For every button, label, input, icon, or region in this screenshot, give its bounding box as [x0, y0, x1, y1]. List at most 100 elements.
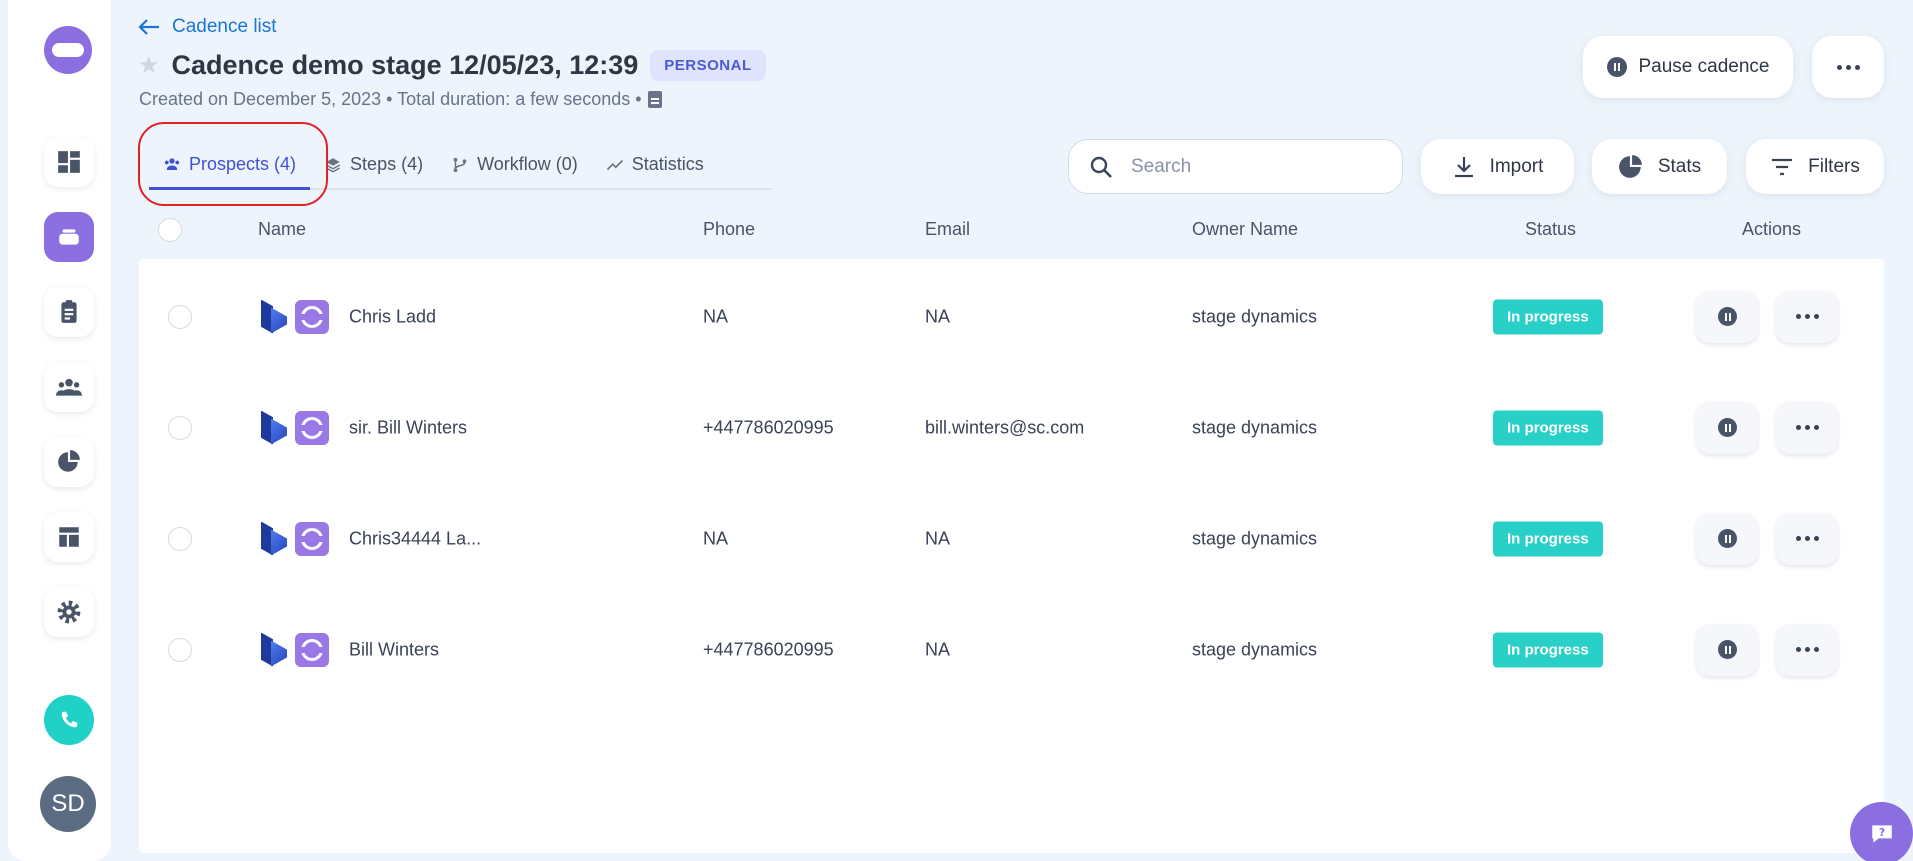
prospect-owner: stage dynamics	[1192, 528, 1318, 548]
dashboard-icon[interactable]	[44, 137, 94, 187]
more-horizontal-icon	[1836, 64, 1860, 70]
prospect-email: NA	[925, 639, 951, 659]
table-row[interactable]: sir. Bill Winters +447786020995 bill.win…	[139, 372, 1884, 483]
more-horizontal-icon	[1795, 536, 1819, 541]
row-checkbox[interactable]	[168, 637, 192, 662]
row-more-button[interactable]	[1776, 512, 1838, 565]
column-phone[interactable]: Phone	[703, 219, 755, 240]
app-logo[interactable]	[44, 26, 92, 74]
pause-icon	[1717, 640, 1737, 659]
pause-icon	[1717, 307, 1737, 326]
prospect-name[interactable]: Bill Winters	[349, 639, 439, 660]
tab-workflow-label: Workflow (0)	[477, 154, 578, 174]
import-label: Import	[1489, 155, 1544, 177]
row-more-button[interactable]	[1776, 623, 1838, 676]
row-checkbox[interactable]	[168, 415, 192, 440]
search-input[interactable]	[1131, 155, 1371, 178]
cadences-icon[interactable]	[44, 212, 94, 262]
status-badge: In progress	[1493, 632, 1603, 667]
column-name[interactable]: Name	[258, 219, 306, 240]
filter-icon	[1772, 158, 1793, 175]
prospect-name[interactable]: Chris Ladd	[349, 306, 436, 327]
phone-call-button[interactable]	[44, 695, 94, 745]
cadence-meta-text: Created on December 5, 2023 • Total dura…	[139, 89, 642, 109]
tab-prospects[interactable]: Prospects (4)	[149, 141, 311, 190]
tab-statistics-label: Statistics	[631, 154, 704, 174]
tasks-icon[interactable]	[44, 287, 94, 337]
document-icon[interactable]	[647, 91, 662, 108]
column-owner-name[interactable]: Owner Name	[1192, 219, 1298, 240]
pause-prospect-button[interactable]	[1696, 512, 1758, 565]
page-title: Cadence demo stage 12/05/23, 12:39	[171, 50, 639, 80]
prospect-name[interactable]: Chris34444 La...	[349, 528, 481, 549]
tab-steps-label: Steps (4)	[350, 154, 424, 174]
cadence-logo-icon	[295, 410, 329, 445]
trend-icon	[606, 159, 623, 170]
prospect-owner: stage dynamics	[1192, 417, 1318, 437]
prospect-phone: +447786020995	[703, 639, 834, 659]
select-all-checkbox[interactable]	[158, 218, 182, 242]
row-checkbox[interactable]	[168, 526, 192, 551]
more-horizontal-icon	[1795, 425, 1819, 430]
templates-icon[interactable]	[44, 512, 94, 562]
download-icon	[1454, 156, 1473, 177]
row-more-button[interactable]	[1776, 290, 1838, 343]
column-email[interactable]: Email	[925, 219, 970, 240]
prospect-name[interactable]: sir. Bill Winters	[349, 417, 467, 438]
pause-prospect-button[interactable]	[1696, 623, 1758, 676]
table-row[interactable]: Bill Winters +447786020995 NA stage dyna…	[139, 594, 1884, 705]
table-header: Name Phone Email Owner Name Status Actio…	[139, 205, 1884, 259]
cadence-meta: Created on December 5, 2023 • Total dura…	[139, 89, 662, 110]
star-icon[interactable]: ★	[138, 51, 160, 80]
dynamics-logo-icon	[259, 300, 289, 334]
row-checkbox[interactable]	[168, 304, 192, 329]
dynamics-logo-icon	[259, 522, 289, 556]
import-button[interactable]: Import	[1421, 139, 1574, 194]
status-badge: In progress	[1493, 410, 1603, 445]
help-chat-button[interactable]: ?	[1850, 802, 1913, 861]
stats-label: Stats	[1657, 155, 1702, 177]
column-status[interactable]: Status	[1525, 219, 1576, 240]
tab-workflow[interactable]: Workflow (0)	[437, 140, 592, 189]
settings-icon[interactable]	[44, 587, 94, 637]
more-options-button[interactable]	[1812, 36, 1884, 98]
pause-prospect-button[interactable]	[1696, 290, 1758, 343]
search-box[interactable]	[1068, 139, 1403, 194]
tab-steps[interactable]: Steps (4)	[310, 140, 437, 189]
tab-statistics[interactable]: Statistics	[592, 140, 718, 189]
personal-badge: PERSONAL	[650, 50, 766, 81]
pause-icon	[1606, 57, 1627, 77]
layers-icon	[325, 157, 341, 173]
filters-button[interactable]: Filters	[1746, 139, 1884, 194]
table-row[interactable]: Chris34444 La... NA NA stage dynamics In…	[139, 483, 1884, 594]
stats-button[interactable]: Stats	[1592, 139, 1727, 194]
pause-icon	[1717, 529, 1737, 548]
people-icon	[164, 158, 180, 170]
dynamics-logo-icon	[259, 411, 289, 445]
status-badge: In progress	[1493, 299, 1603, 334]
avatar[interactable]: SD	[40, 776, 96, 832]
column-actions: Actions	[1742, 219, 1802, 239]
tab-prospects-label: Prospects (4)	[189, 153, 297, 174]
prospects-table: Chris Ladd NA NA stage dynamics In progr…	[139, 259, 1884, 853]
back-to-cadence-list-link[interactable]: Cadence list	[138, 16, 277, 38]
prospect-owner: stage dynamics	[1192, 639, 1318, 659]
pause-prospect-button[interactable]	[1696, 401, 1758, 454]
back-link-label: Cadence list	[172, 16, 277, 37]
svg-text:?: ?	[1878, 826, 1884, 839]
pause-cadence-label: Pause cadence	[1638, 56, 1770, 77]
pause-cadence-button[interactable]: Pause cadence	[1583, 36, 1793, 98]
dynamics-logo-icon	[259, 633, 289, 667]
people-icon[interactable]	[44, 362, 94, 412]
cadence-logo-icon	[295, 299, 329, 334]
cadence-logo-icon	[295, 632, 329, 667]
table-row[interactable]: Chris Ladd NA NA stage dynamics In progr…	[139, 261, 1884, 372]
status-badge: In progress	[1493, 521, 1603, 556]
pause-icon	[1717, 418, 1737, 437]
prospect-owner: stage dynamics	[1192, 306, 1318, 326]
more-horizontal-icon	[1795, 647, 1819, 652]
reports-icon[interactable]	[44, 437, 94, 487]
cadence-logo-icon	[295, 521, 329, 556]
row-more-button[interactable]	[1776, 401, 1838, 454]
tabs-bar: Prospects (4) Steps (4) Workflow (0) Sta…	[149, 141, 772, 190]
